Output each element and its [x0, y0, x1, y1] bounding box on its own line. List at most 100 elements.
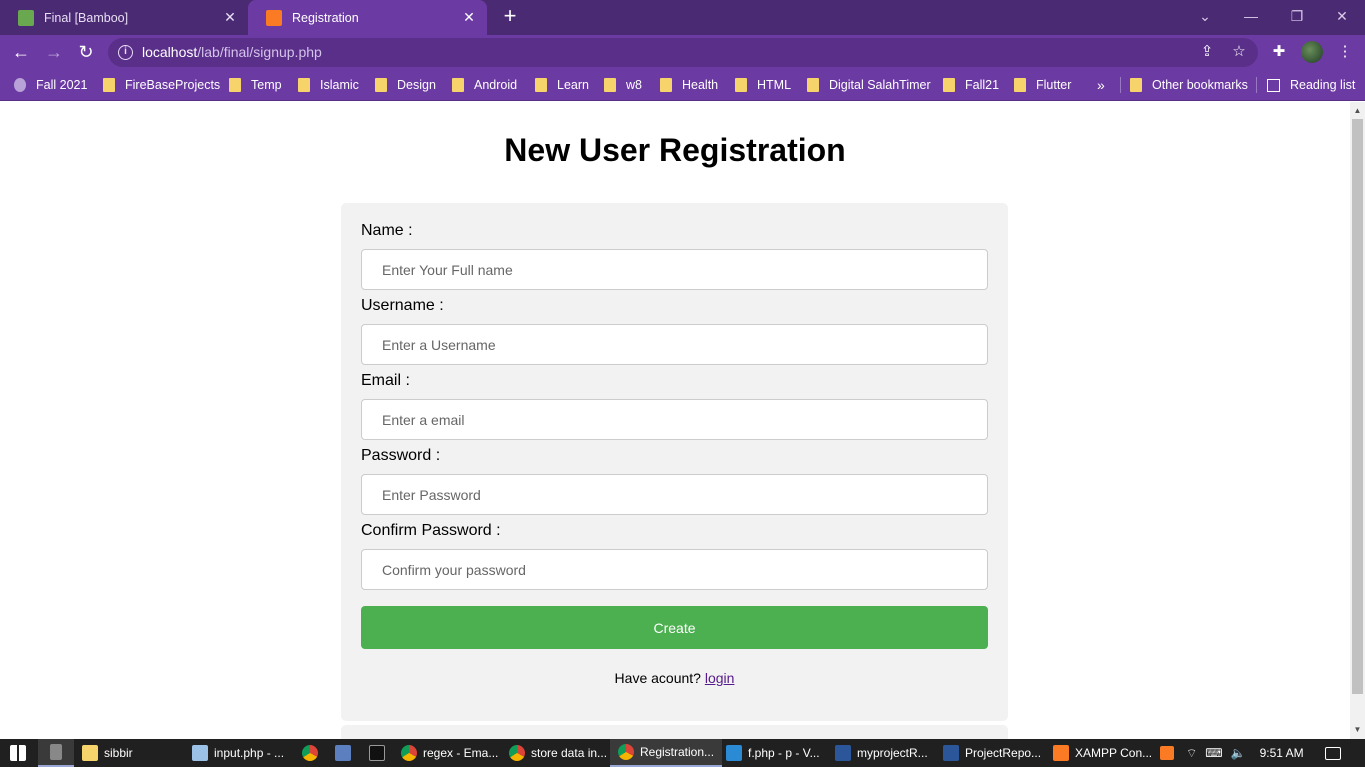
- window-close-button[interactable]: ✕: [1319, 4, 1365, 28]
- tab-title: Final [Bamboo]: [44, 10, 129, 25]
- username-input[interactable]: [361, 324, 988, 365]
- taskbar-item[interactable]: ProjectRepo...: [943, 739, 1041, 767]
- site-info-icon[interactable]: i: [118, 45, 133, 60]
- folder-icon: [452, 78, 464, 92]
- restore-button[interactable]: ❐: [1274, 4, 1320, 28]
- taskbar-item[interactable]: sibbir: [82, 739, 133, 767]
- taskbar-item[interactable]: f.php - p - V...: [726, 739, 820, 767]
- close-icon[interactable]: ✕: [222, 9, 238, 25]
- email-input[interactable]: [361, 399, 988, 440]
- scroll-up-icon[interactable]: ▲: [1353, 106, 1362, 115]
- bookmark-folder[interactable]: Design: [375, 76, 436, 94]
- more-bookmarks-button[interactable]: »: [1097, 76, 1105, 94]
- close-icon[interactable]: ✕: [461, 9, 477, 25]
- taskbar-item[interactable]: [335, 739, 357, 767]
- taskbar-item[interactable]: regex - Ema...: [401, 739, 498, 767]
- bookmark-folder[interactable]: Islamic: [298, 76, 359, 94]
- taskbar-item[interactable]: XAMPP Con...: [1053, 739, 1152, 767]
- notifications-button[interactable]: [1325, 739, 1341, 767]
- login-prompt-line: Have acount? login: [341, 670, 1008, 686]
- microscope-icon: [14, 78, 26, 92]
- confirm-password-input[interactable]: [361, 549, 988, 590]
- tab-final-bamboo[interactable]: Final [Bamboo] ✕: [0, 0, 248, 35]
- profile-avatar[interactable]: [1301, 41, 1323, 63]
- taskbar-item[interactable]: myprojectR...: [835, 739, 928, 767]
- system-tray: ⌔ ⌨ 🔈 9:51 AM: [1160, 739, 1304, 767]
- bookmark-folder[interactable]: Fall21: [943, 76, 999, 94]
- forward-button[interactable]: →: [41, 39, 67, 65]
- pen-icon: [50, 744, 62, 760]
- bookmark-folder[interactable]: Android: [452, 76, 517, 94]
- share-icon[interactable]: ⇪: [1197, 42, 1217, 62]
- folder-icon: [660, 78, 672, 92]
- chrome-icon: [509, 745, 525, 761]
- extensions-icon[interactable]: ✚: [1268, 41, 1290, 63]
- task-view-button[interactable]: [38, 739, 74, 767]
- name-input[interactable]: [361, 249, 988, 290]
- vscode-icon: [726, 745, 742, 761]
- registration-form: Name : Username : Email : Password : Con…: [341, 203, 1008, 721]
- name-label: Name :: [361, 222, 413, 239]
- new-tab-button[interactable]: +: [498, 5, 522, 29]
- create-button[interactable]: Create: [361, 606, 988, 649]
- form-box-lower-edge: [341, 725, 1008, 739]
- reading-list-icon: [1267, 78, 1280, 92]
- scroll-down-icon[interactable]: ▼: [1353, 725, 1362, 734]
- bookmark-folder[interactable]: Learn: [535, 76, 589, 94]
- login-link[interactable]: login: [705, 670, 735, 686]
- folder-icon: [298, 78, 310, 92]
- start-button[interactable]: [10, 739, 32, 767]
- xampp-tray-icon[interactable]: [1160, 746, 1174, 760]
- reload-button[interactable]: ↻: [73, 39, 99, 65]
- folder-icon: [604, 78, 616, 92]
- taskbar-item[interactable]: [302, 739, 324, 767]
- page-scrollbar[interactable]: ▲ ▼: [1350, 102, 1365, 739]
- other-bookmarks[interactable]: Other bookmarks: [1130, 76, 1248, 94]
- url-text[interactable]: localhost/lab/final/signup.php: [142, 44, 322, 60]
- keyboard-icon[interactable]: ⌨: [1205, 746, 1222, 760]
- address-bar[interactable]: i localhost/lab/final/signup.php ⇪ ☆: [108, 38, 1258, 67]
- folder-icon: [535, 78, 547, 92]
- browser-toolbar: ← → ↻ i localhost/lab/final/signup.php ⇪…: [0, 35, 1365, 69]
- bookmark-folder[interactable]: Temp: [229, 76, 282, 94]
- back-button[interactable]: ←: [8, 39, 34, 65]
- taskbar-item-active[interactable]: Registration...: [610, 739, 723, 767]
- folder-icon: [1130, 78, 1142, 92]
- scrollbar-thumb[interactable]: [1352, 119, 1363, 694]
- tab-strip: Final [Bamboo] ✕ Registration ✕ + ⌄ — ❐ …: [0, 0, 1365, 35]
- clock[interactable]: 9:51 AM: [1260, 746, 1304, 760]
- menu-icon[interactable]: ⋮: [1334, 41, 1356, 63]
- app-icon: [335, 745, 351, 761]
- volume-icon[interactable]: 🔈: [1231, 746, 1246, 760]
- page-viewport: New User Registration Name : Username : …: [0, 102, 1350, 739]
- bookmark-fall-2021[interactable]: Fall 2021: [14, 76, 87, 94]
- folder-icon: [735, 78, 747, 92]
- tab-title: Registration: [292, 10, 359, 25]
- notepad-icon: [192, 745, 208, 761]
- folder-icon: [103, 78, 115, 92]
- bookmark-folder[interactable]: Digital SalahTimer: [807, 76, 931, 94]
- folder-icon: [82, 745, 98, 761]
- xampp-icon: [266, 9, 282, 26]
- username-label: Username :: [361, 297, 444, 314]
- taskbar-item[interactable]: store data in...: [509, 739, 607, 767]
- tab-search-icon[interactable]: ⌄: [1182, 4, 1228, 28]
- windows-icon: [10, 745, 26, 761]
- password-input[interactable]: [361, 474, 988, 515]
- bookmark-divider: [1120, 77, 1121, 93]
- taskbar-item[interactable]: input.php - ...: [192, 739, 284, 767]
- notification-icon: [1325, 746, 1341, 760]
- wifi-icon[interactable]: ⌔: [1186, 746, 1197, 761]
- folder-icon: [943, 78, 955, 92]
- minimize-button[interactable]: —: [1228, 4, 1274, 28]
- reading-list[interactable]: Reading list: [1267, 76, 1355, 94]
- folder-icon: [1014, 78, 1026, 92]
- bookmark-folder[interactable]: w8: [604, 76, 642, 94]
- taskbar-item[interactable]: [369, 739, 391, 767]
- bookmark-folder[interactable]: Flutter: [1014, 76, 1071, 94]
- bookmark-star-icon[interactable]: ☆: [1229, 42, 1249, 62]
- bookmark-folder[interactable]: FireBaseProjects: [103, 76, 220, 94]
- bookmark-folder[interactable]: Health: [660, 76, 718, 94]
- tab-registration[interactable]: Registration ✕: [248, 0, 487, 35]
- bookmark-folder[interactable]: HTML: [735, 76, 791, 94]
